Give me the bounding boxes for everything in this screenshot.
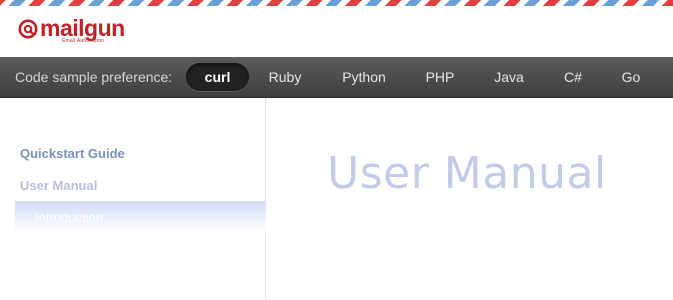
lang-tab-python[interactable]: Python: [333, 63, 395, 91]
code-preference-label: Code sample preference:: [15, 69, 173, 85]
sidebar-item-quickstart[interactable]: Quickstart Guide: [20, 146, 125, 161]
sidebar-item-introduction[interactable]: Introduction: [15, 201, 266, 233]
sidebar-item-user-manual[interactable]: User Manual: [20, 178, 97, 193]
lang-tab-csharp[interactable]: C#: [554, 63, 592, 91]
lang-tab-ruby[interactable]: Ruby: [258, 63, 312, 91]
sidebar: Quickstart Guide User Manual Introductio…: [0, 98, 266, 300]
lang-tab-go[interactable]: Go: [612, 63, 650, 91]
page: mailgun Email Automation Code sample pre…: [0, 0, 673, 300]
page-title: User Manual: [327, 148, 607, 199]
code-preference-bar: Code sample preference: curl Ruby Python…: [0, 57, 673, 98]
mailgun-logo-icon: [18, 19, 38, 39]
mailgun-logo[interactable]: mailgun Email Automation: [18, 15, 125, 47]
lang-tab-curl[interactable]: curl: [186, 63, 249, 91]
logo-tagline: Email Automation: [62, 38, 105, 44]
lang-tab-java[interactable]: Java: [484, 63, 534, 91]
sidebar-item-introduction-label: Introduction: [35, 210, 103, 225]
header: mailgun Email Automation: [0, 6, 673, 57]
lang-tab-php[interactable]: PHP: [418, 63, 462, 91]
